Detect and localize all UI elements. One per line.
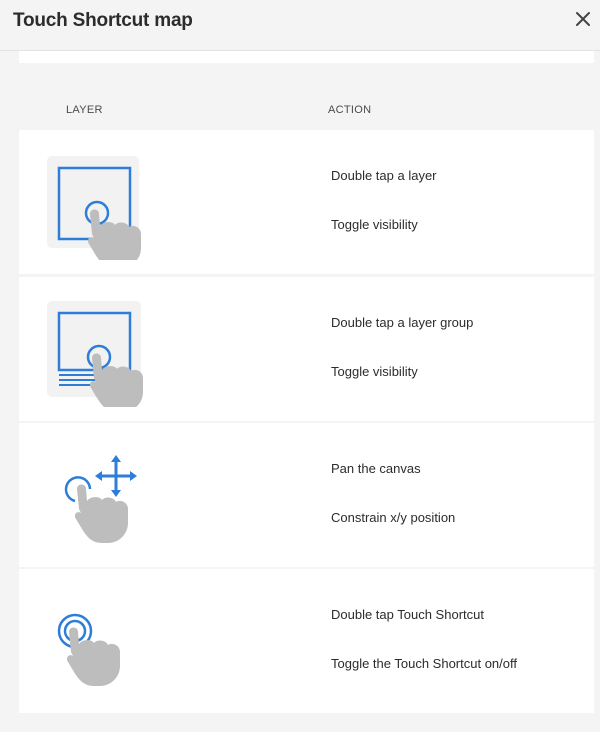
gesture-label: Pan the canvas	[331, 461, 421, 476]
result-label: Constrain x/y position	[331, 510, 456, 525]
shortcut-row: Double tap a layer group Toggle visibili…	[19, 277, 594, 421]
shortcut-row: Double tap Touch Shortcut Toggle the Tou…	[19, 569, 594, 713]
touch-shortcut-double-tap-icon	[57, 613, 120, 686]
dialog-header: Touch Shortcut map	[0, 0, 600, 51]
shortcut-row: Double tap a layer Toggle visibility	[19, 130, 594, 274]
column-header-layer: LAYER	[66, 104, 103, 116]
shortcut-row: Pan the canvas Constrain x/y position	[19, 423, 594, 567]
column-header-action: ACTION	[328, 104, 372, 116]
close-icon[interactable]	[572, 8, 594, 30]
gesture-label: Double tap a layer	[331, 168, 437, 183]
result-label: Toggle the Touch Shortcut on/off	[331, 656, 517, 671]
dialog-title: Touch Shortcut map	[13, 10, 193, 31]
gesture-label: Double tap a layer group	[331, 315, 474, 330]
result-label: Toggle visibility	[331, 217, 418, 232]
layer-group-double-tap-icon	[47, 301, 143, 407]
pan-canvas-icon	[64, 455, 137, 543]
previous-row-strip	[19, 51, 594, 63]
result-label: Toggle visibility	[331, 364, 418, 379]
layer-double-tap-icon	[47, 156, 141, 260]
gesture-label: Double tap Touch Shortcut	[331, 607, 484, 622]
